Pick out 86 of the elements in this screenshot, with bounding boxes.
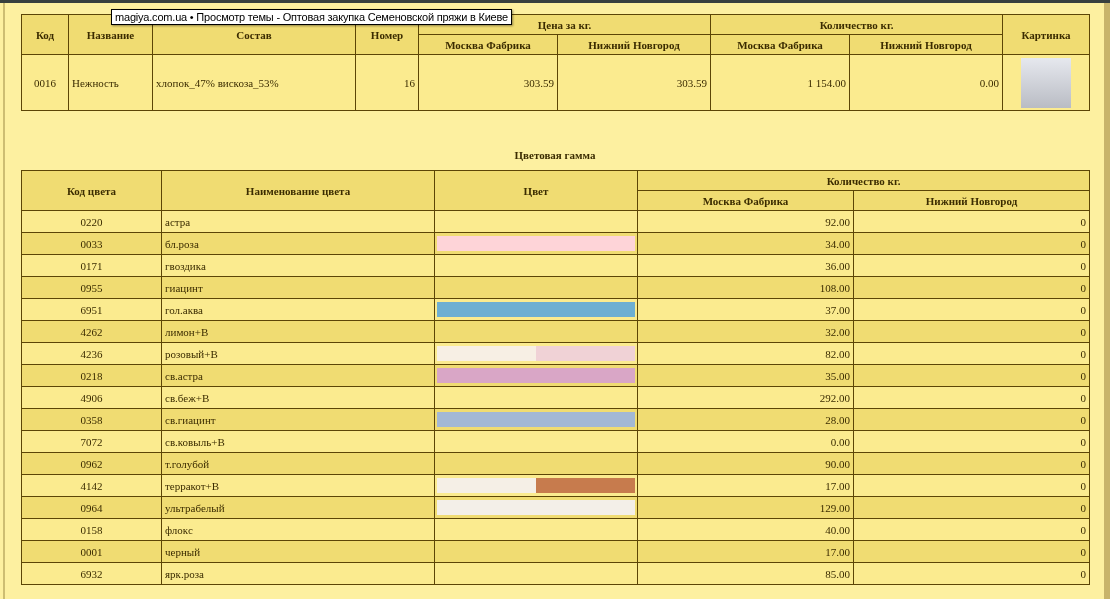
column-header: Код <box>21 14 69 55</box>
section-title: Цветовая гамма <box>513 149 597 161</box>
table-cell: терракот+В <box>161 474 435 497</box>
table-cell: 0 <box>853 232 1090 255</box>
table-cell: 0 <box>853 408 1090 431</box>
table-cell: 0220 <box>21 210 162 233</box>
table-cell: 6932 <box>21 562 162 585</box>
table-cell: 28.00 <box>637 408 854 431</box>
table-cell: 17.00 <box>637 540 854 563</box>
table-cell: 0.00 <box>849 54 1003 111</box>
table-cell: 92.00 <box>637 210 854 233</box>
table-cell: 0358 <box>21 408 162 431</box>
table-cell: 0218 <box>21 364 162 387</box>
table-cell: хлопок_47% вискоза_53% <box>152 54 356 111</box>
table-cell: 0964 <box>21 496 162 519</box>
table-cell: 108.00 <box>637 276 854 299</box>
table-cell: Нежность <box>68 54 153 111</box>
table-cell: 0171 <box>21 254 162 277</box>
table-cell: черный <box>161 540 435 563</box>
table-cell: 0 <box>853 452 1090 475</box>
column-header: Картинка <box>1002 14 1090 55</box>
table-cell: 0 <box>853 210 1090 233</box>
table-cell: 17.00 <box>637 474 854 497</box>
table-cell: св.ковыль+В <box>161 430 435 453</box>
table-cell: 4262 <box>21 320 162 343</box>
table-cell: 0 <box>853 474 1090 497</box>
table-cell: ярк.роза <box>161 562 435 585</box>
table-cell: 0 <box>853 496 1090 519</box>
table-cell: 16 <box>355 54 419 111</box>
table-cell: 0962 <box>21 452 162 475</box>
table-cell: 35.00 <box>637 364 854 387</box>
table-cell: св.гиацинт <box>161 408 435 431</box>
table-cell: астра <box>161 210 435 233</box>
table-cell: 0 <box>853 254 1090 277</box>
table-cell: 0 <box>853 320 1090 343</box>
table-cell: 0 <box>853 386 1090 409</box>
column-header: Код цвета <box>21 170 162 211</box>
table-cell: 0 <box>853 342 1090 365</box>
table-cell: 0001 <box>21 540 162 563</box>
table-cell: ультрабелый <box>161 496 435 519</box>
table-cell: 0 <box>853 562 1090 585</box>
table-cell: 90.00 <box>637 452 854 475</box>
table-cell: гвоздика <box>161 254 435 277</box>
table-cell: 0 <box>853 430 1090 453</box>
table-cell: 292.00 <box>637 386 854 409</box>
table-cell: 0 <box>853 364 1090 387</box>
table-cell: 7072 <box>21 430 162 453</box>
table-cell: 32.00 <box>637 320 854 343</box>
table-cell: 0 <box>853 276 1090 299</box>
table-cell: 303.59 <box>418 54 558 111</box>
table-cell: св.астра <box>161 364 435 387</box>
table-cell: бл.роза <box>161 232 435 255</box>
table-cell: 36.00 <box>637 254 854 277</box>
table-cell: 0 <box>853 518 1090 541</box>
table-cell: 0 <box>853 540 1090 563</box>
column-header: Наименование цвета <box>161 170 435 211</box>
column-header: Количество кг. <box>710 14 1003 35</box>
table-cell: флокс <box>161 518 435 541</box>
table-cell: гол.аква <box>161 298 435 321</box>
table-cell: 0016 <box>21 54 69 111</box>
table-cell: гиацинт <box>161 276 435 299</box>
table-cell: 0955 <box>21 276 162 299</box>
tooltip: magiya.com.ua • Просмотр темы - Оптовая закупка Семеновской пряжи в Киеве <box>111 9 512 25</box>
table-cell: 0.00 <box>637 430 854 453</box>
table-cell: св.беж+В <box>161 386 435 409</box>
table-cell: 0158 <box>21 518 162 541</box>
table-cell: 1 154.00 <box>710 54 850 111</box>
table-cell: розовый+В <box>161 342 435 365</box>
table-cell: 40.00 <box>637 518 854 541</box>
table-cell: 303.59 <box>557 54 711 111</box>
table-cell: 0033 <box>21 232 162 255</box>
table-cell: 6951 <box>21 298 162 321</box>
table-cell: 4906 <box>21 386 162 409</box>
column-header: Цвет <box>434 170 638 211</box>
photo-placeholder <box>1021 57 1072 108</box>
table-cell: 4236 <box>21 342 162 365</box>
table-cell: лимон+В <box>161 320 435 343</box>
table-cell: 34.00 <box>637 232 854 255</box>
column-header: Количество кг. <box>637 170 1090 191</box>
table-cell: 85.00 <box>637 562 854 585</box>
table-cell: 129.00 <box>637 496 854 519</box>
table-cell: 82.00 <box>637 342 854 365</box>
table-cell: 37.00 <box>637 298 854 321</box>
table-cell: т.голубой <box>161 452 435 475</box>
table-cell: 0 <box>853 298 1090 321</box>
table-cell: 4142 <box>21 474 162 497</box>
